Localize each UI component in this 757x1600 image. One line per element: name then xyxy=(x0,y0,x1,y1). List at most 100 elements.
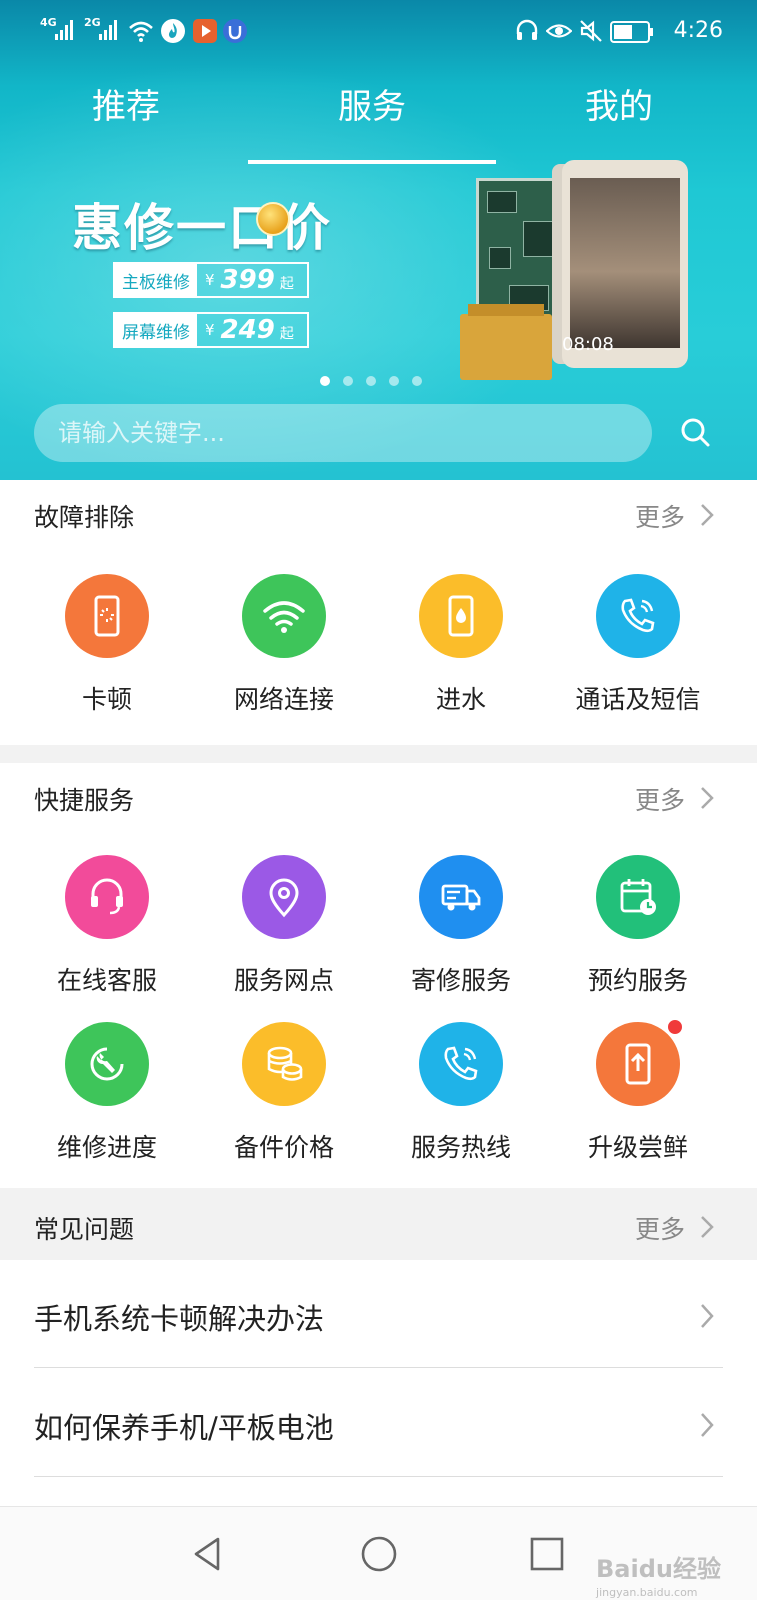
phone-screen: 08:08 xyxy=(562,178,680,355)
shield-app-icon xyxy=(223,19,247,43)
item-label: 服务网点 xyxy=(233,966,334,995)
section-title: 故障排除 xyxy=(34,503,135,532)
wrench-icon xyxy=(65,1022,149,1106)
service-item-appointment[interactable]: 预约服务 xyxy=(548,855,728,997)
offer-label: 屏幕维修 xyxy=(115,314,197,346)
watermark-brand: Baidu经验 xyxy=(596,1555,721,1583)
item-label: 在线客服 xyxy=(56,966,157,995)
item-label: 升级尝鲜 xyxy=(587,1133,688,1162)
notification-badge xyxy=(666,1018,684,1036)
carousel-dot[interactable] xyxy=(412,376,422,386)
chevron-right-icon[interactable] xyxy=(697,1214,717,1240)
item-label: 服务热线 xyxy=(410,1133,511,1162)
offer-mainboard: 主板维修 ¥ 399 起 xyxy=(113,262,309,298)
offer-currency: ¥ xyxy=(205,321,215,339)
chevron-right-icon xyxy=(701,1304,714,1328)
faq-item[interactable]: 手机系统卡顿解决办法 xyxy=(0,1260,757,1368)
location-pin-icon xyxy=(242,855,326,939)
coins-icon xyxy=(242,1022,326,1106)
signal-bars-2-icon xyxy=(99,18,117,40)
home-circle-icon[interactable] xyxy=(356,1531,402,1577)
wifi-icon xyxy=(129,21,153,42)
phone-upgrade-icon xyxy=(596,1022,680,1106)
faq-item[interactable]: 如何保养手机/平板电池 xyxy=(0,1369,757,1477)
item-label: 备件价格 xyxy=(233,1133,334,1162)
delivery-truck-icon xyxy=(419,855,503,939)
item-label: 网络连接 xyxy=(233,685,334,714)
offer-suffix: 起 xyxy=(279,326,294,342)
troubleshoot-item-network[interactable]: 网络连接 xyxy=(194,574,374,716)
troubleshoot-item-call-sms[interactable]: 通话及短信 xyxy=(548,574,728,716)
carousel-dot[interactable] xyxy=(389,376,399,386)
service-item-mail-repair[interactable]: 寄修服务 xyxy=(371,855,551,997)
chevron-right-icon xyxy=(701,1413,714,1437)
tab-recommend[interactable]: 推荐 xyxy=(0,82,252,132)
phone-call-icon xyxy=(419,1022,503,1106)
section-title: 快捷服务 xyxy=(34,786,135,815)
tab-mine[interactable]: 我的 xyxy=(493,82,745,132)
more-link[interactable]: 更多 xyxy=(635,1210,685,1246)
carousel-dot[interactable] xyxy=(343,376,353,386)
service-item-parts-price[interactable]: 备件价格 xyxy=(194,1022,374,1164)
faq-item-title: 手机系统卡顿解决办法 xyxy=(34,1302,325,1336)
back-triangle-icon[interactable] xyxy=(186,1531,232,1577)
service-item-online-support[interactable]: 在线客服 xyxy=(17,855,197,997)
offer-suffix: 起 xyxy=(279,276,294,292)
system-nav-bar: Baidu经验 jingyan.baidu.com xyxy=(0,1506,757,1600)
phone-clock-text: 08:08 xyxy=(562,334,614,355)
quick-services-header: 快捷服务 更多 xyxy=(0,763,757,825)
service-item-service-points[interactable]: 服务网点 xyxy=(194,855,374,997)
phone-loading-icon xyxy=(65,574,149,658)
offer-price: 249 xyxy=(220,315,275,345)
divider xyxy=(34,1367,723,1368)
item-label: 进水 xyxy=(435,685,486,714)
service-item-upgrade-beta[interactable]: 升级尝鲜 xyxy=(548,1018,728,1164)
item-label: 寄修服务 xyxy=(410,966,511,995)
chevron-right-icon[interactable] xyxy=(697,502,717,528)
headset-icon xyxy=(65,855,149,939)
header-banner-area: 4G 2G 4:26 推荐 服务 我的 惠修一口价 主板维修 ¥ 399 起 屏… xyxy=(0,0,757,480)
section-divider xyxy=(0,745,757,763)
more-link[interactable]: 更多 xyxy=(635,498,685,534)
service-item-repair-progress[interactable]: 维修进度 xyxy=(17,1022,197,1164)
phone-call-icon xyxy=(596,574,680,658)
toolbox-image xyxy=(460,304,552,380)
signal-bars-1-icon xyxy=(55,18,73,40)
troubleshoot-item-lag[interactable]: 卡顿 xyxy=(17,574,197,716)
search-input[interactable] xyxy=(34,404,652,462)
troubleshoot-item-water[interactable]: 进水 xyxy=(371,574,551,716)
item-label: 预约服务 xyxy=(587,966,688,995)
mute-icon xyxy=(580,20,602,42)
battery-icon xyxy=(610,21,653,43)
offer-screen: 屏幕维修 ¥ 249 起 xyxy=(113,312,309,348)
carousel-dot[interactable] xyxy=(320,376,330,386)
wifi-icon xyxy=(242,574,326,658)
headset-icon xyxy=(516,19,538,40)
offer-label: 主板维修 xyxy=(115,264,197,296)
service-item-hotline[interactable]: 服务热线 xyxy=(371,1022,551,1164)
more-link[interactable]: 更多 xyxy=(635,781,685,817)
carousel-dot[interactable] xyxy=(366,376,376,386)
section-title: 常见问题 xyxy=(34,1215,135,1244)
troubleshoot-header: 故障排除 更多 xyxy=(0,480,757,542)
item-label: 维修进度 xyxy=(56,1133,157,1162)
item-label: 卡顿 xyxy=(81,685,132,714)
offer-price: 399 xyxy=(220,265,275,295)
flame-app-icon xyxy=(161,19,185,43)
status-bar: 4G 2G 4:26 xyxy=(0,0,757,62)
calendar-clock-icon xyxy=(596,855,680,939)
divider xyxy=(34,1476,723,1477)
video-app-icon xyxy=(193,19,217,43)
search-icon[interactable] xyxy=(676,413,716,453)
chevron-right-icon[interactable] xyxy=(697,785,717,811)
status-time: 4:26 xyxy=(673,18,723,43)
offer-currency: ¥ xyxy=(205,271,215,289)
eye-icon xyxy=(546,24,572,38)
tab-service[interactable]: 服务 xyxy=(246,82,498,132)
phone-front-image: 08:08 xyxy=(562,160,688,368)
item-label: 通话及短信 xyxy=(575,685,701,714)
recents-square-icon[interactable] xyxy=(524,1531,570,1577)
carousel-dots xyxy=(320,376,422,386)
faq-item-title: 如何保养手机/平板电池 xyxy=(34,1411,334,1445)
coin-icon xyxy=(256,202,290,236)
